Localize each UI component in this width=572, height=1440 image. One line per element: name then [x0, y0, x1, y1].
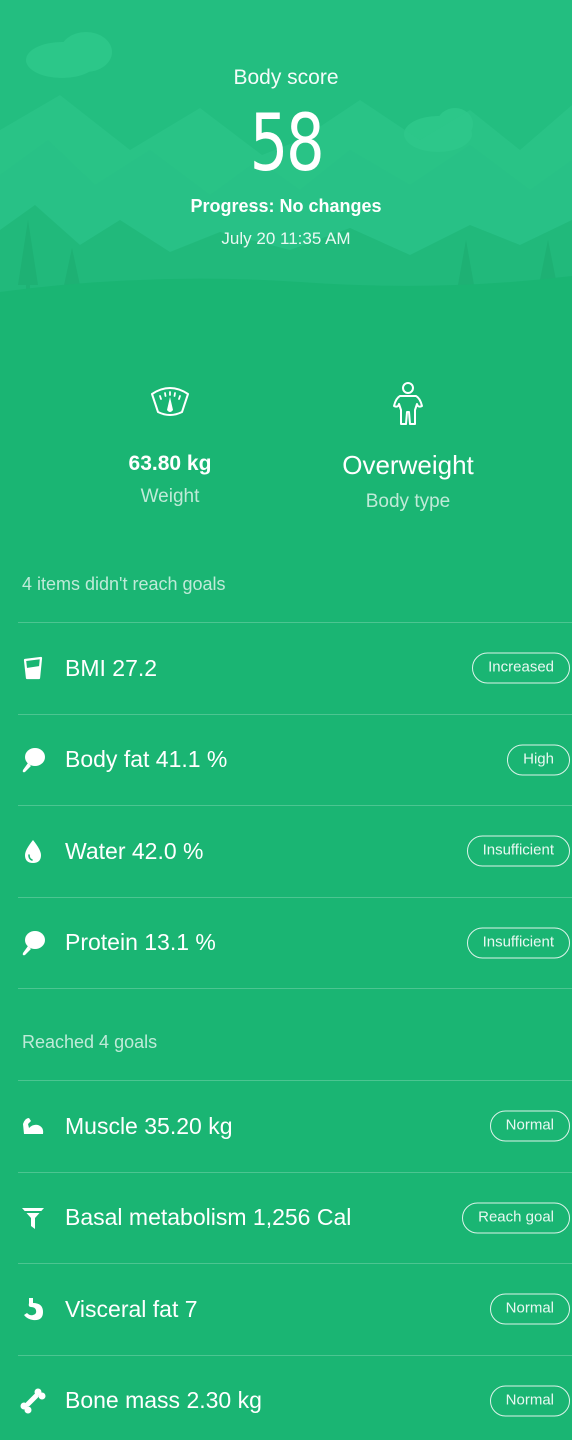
water-drop-icon: [18, 836, 48, 866]
scale-icon: [50, 380, 290, 428]
list-item-water[interactable]: Water 42.0 % Insufficient: [18, 805, 572, 897]
bone-icon: [18, 1386, 48, 1416]
list-divider: [18, 988, 572, 989]
funnel-icon: [18, 1203, 48, 1233]
person-icon: [288, 380, 528, 428]
score-label: Body score: [233, 66, 339, 89]
met-goals-list: Muscle 35.20 kg Normal Basal metabolism …: [18, 1080, 572, 1440]
score-header: Body score 58 Progress: No changes July …: [0, 0, 572, 310]
water-status-badge: Insufficient: [466, 835, 570, 867]
list-item-body-fat[interactable]: Body fat 41.1 % High: [18, 713, 572, 806]
body-type-label: Body type: [365, 491, 451, 512]
weight-label: Weight: [140, 486, 200, 507]
visceral-fat-label: Visceral fat 7: [65, 1295, 198, 1322]
body-score-screen: Body score 58 Progress: No changes July …: [0, 0, 572, 1440]
drumstick-icon: [18, 745, 48, 775]
weight-stat[interactable]: 63.80 kg Weight: [50, 380, 290, 508]
drumstick-icon: [18, 928, 48, 958]
protein-status-badge: Insufficient: [466, 927, 570, 959]
list-item-protein[interactable]: Protein 13.1 % Insufficient: [18, 896, 572, 989]
water-label: Water 42.0 %: [65, 837, 204, 864]
weight-value: 63.80 kg: [128, 452, 212, 475]
bmi-label: BMI 27.2: [65, 654, 158, 681]
muscle-icon: [18, 1111, 48, 1141]
muscle-label: Muscle 35.20 kg: [65, 1112, 233, 1139]
basal-metabolism-label: Basal metabolism 1,256 Cal: [65, 1204, 352, 1231]
list-item-muscle[interactable]: Muscle 35.20 kg Normal: [18, 1080, 572, 1172]
bone-mass-label: Bone mass 2.30 kg: [65, 1387, 262, 1414]
stomach-icon: [18, 1294, 48, 1324]
unmet-goals-list: BMI 27.2 Increased Body fat 41.1 % High …: [18, 622, 572, 989]
list-item-basal-metabolism[interactable]: Basal metabolism 1,256 Cal Reach goal: [18, 1171, 572, 1264]
bmi-status-badge: Increased: [472, 652, 570, 684]
body-type-value: Overweight: [342, 450, 474, 480]
met-goals-title: Reached 4 goals: [22, 1032, 158, 1052]
bmi-cup-icon: [18, 653, 48, 683]
basal-metabolism-status-badge: Reach goal: [462, 1202, 570, 1234]
progress-status: Progress: No changes: [190, 196, 382, 216]
body-type-stat[interactable]: Overweight Body type: [288, 380, 528, 513]
protein-label: Protein 13.1 %: [65, 929, 216, 956]
list-item-bmi[interactable]: BMI 27.2 Increased: [18, 622, 572, 714]
unmet-goals-title: 4 items didn't reach goals: [22, 574, 226, 594]
muscle-status-badge: Normal: [489, 1110, 570, 1142]
body-fat-status-badge: High: [507, 744, 570, 776]
bone-mass-status-badge: Normal: [489, 1385, 570, 1417]
list-item-visceral-fat[interactable]: Visceral fat 7 Normal: [18, 1263, 572, 1355]
measurement-timestamp: July 20 11:35 AM: [221, 229, 351, 248]
body-fat-label: Body fat 41.1 %: [65, 746, 228, 773]
visceral-fat-status-badge: Normal: [489, 1293, 570, 1325]
list-item-bone-mass[interactable]: Bone mass 2.30 kg Normal: [18, 1354, 572, 1440]
body-score-value: 58: [249, 99, 325, 189]
